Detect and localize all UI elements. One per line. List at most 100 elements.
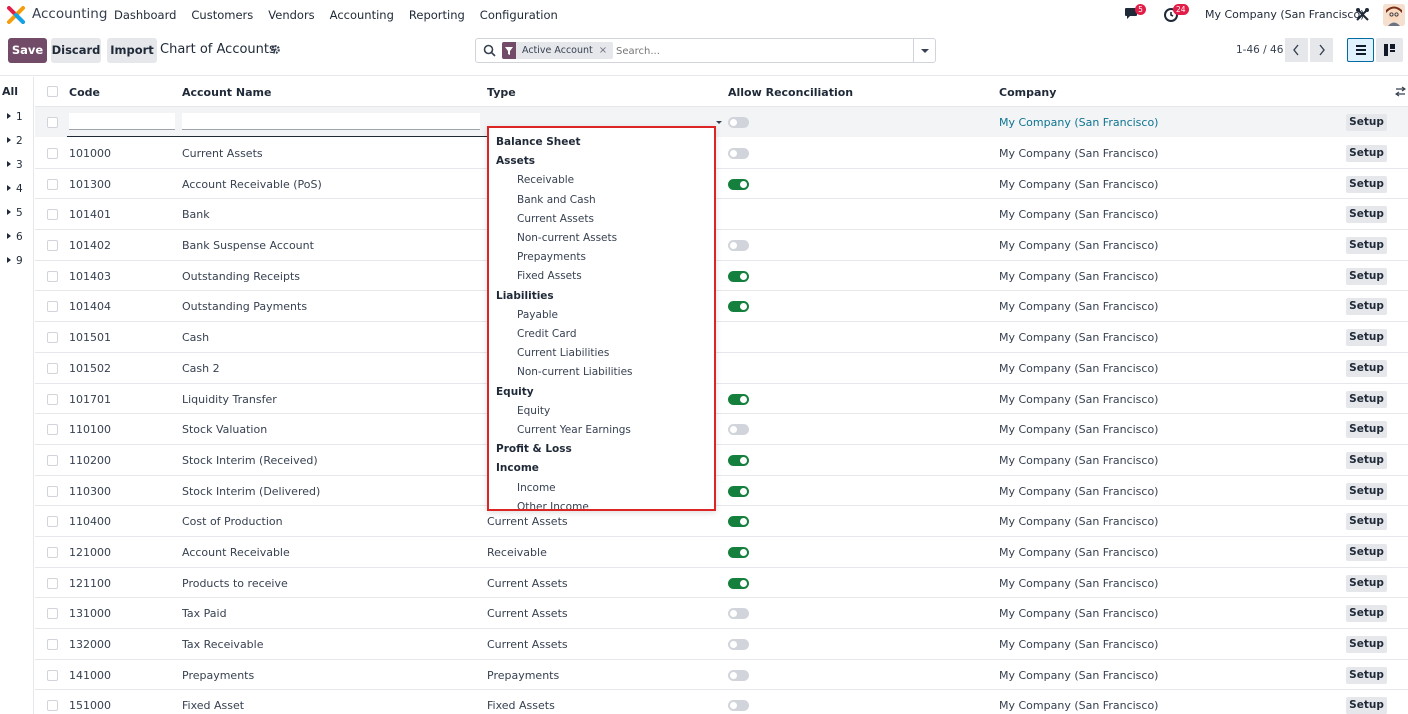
- row-checkbox[interactable]: [47, 700, 58, 712]
- reconcile-toggle[interactable]: [728, 393, 749, 405]
- dropdown-option[interactable]: Current Assets: [517, 213, 594, 225]
- row-checkbox[interactable]: [47, 209, 58, 221]
- reconcile-toggle[interactable]: [728, 178, 749, 190]
- setup-button[interactable]: Setup: [1346, 421, 1387, 439]
- row-checkbox[interactable]: [47, 117, 58, 128]
- save-button[interactable]: Save: [8, 38, 47, 63]
- app-name[interactable]: Accounting: [32, 6, 107, 22]
- dropdown-option[interactable]: Current Liabilities: [517, 347, 609, 359]
- menu-vendors[interactable]: Vendors: [268, 8, 314, 22]
- group-item[interactable]: 3: [7, 159, 23, 171]
- dropdown-option[interactable]: Prepayments: [517, 251, 586, 263]
- row-checkbox[interactable]: [47, 240, 58, 252]
- row-checkbox[interactable]: [47, 424, 58, 436]
- table-row[interactable]: 101403 Outstanding Receipts My Company (Sa…: [35, 261, 1408, 292]
- list-view-button[interactable]: [1347, 38, 1374, 62]
- company-switcher[interactable]: My Company (San Francisco): [1205, 8, 1364, 21]
- table-row[interactable]: 101402 Bank Suspense Account My Company (S…: [35, 230, 1408, 261]
- setup-button[interactable]: Setup: [1346, 237, 1387, 255]
- user-avatar[interactable]: [1383, 4, 1405, 26]
- dropdown-option[interactable]: Non-current Liabilities: [517, 366, 633, 378]
- setup-button[interactable]: Setup: [1346, 543, 1387, 561]
- reconcile-toggle[interactable]: [728, 301, 749, 313]
- group-item[interactable]: 5: [7, 207, 23, 219]
- header-allow-reconciliation[interactable]: Allow Reconciliation: [728, 86, 853, 99]
- row-checkbox[interactable]: [47, 301, 58, 313]
- table-row[interactable]: 101501 Cash My Company (San Francisco) Setu…: [35, 322, 1408, 353]
- row-checkbox[interactable]: [47, 270, 58, 282]
- setup-button[interactable]: Setup: [1346, 482, 1387, 500]
- table-row[interactable]: 101000 Current Assets My Company (San Fran…: [35, 138, 1408, 169]
- row-checkbox[interactable]: [47, 546, 58, 558]
- table-row[interactable]: 101701 Liquidity Transfer My Company (San …: [35, 384, 1408, 415]
- row-checkbox[interactable]: [47, 485, 58, 497]
- row-checkbox[interactable]: [47, 669, 58, 681]
- menu-customers[interactable]: Customers: [191, 8, 253, 22]
- table-row[interactable]: 121100 Products to receive Current Assets M…: [35, 568, 1408, 599]
- optional-columns-icon[interactable]: [1395, 86, 1406, 97]
- reconcile-toggle[interactable]: [728, 270, 749, 282]
- type-select-caret-icon[interactable]: [716, 121, 722, 124]
- row-checkbox[interactable]: [47, 577, 58, 589]
- tools-icon[interactable]: [1355, 7, 1370, 22]
- group-all[interactable]: All: [2, 85, 18, 98]
- table-row[interactable]: 101300 Account Receivable (PoS) My Company…: [35, 169, 1408, 200]
- group-item[interactable]: 6: [7, 231, 23, 243]
- discard-button[interactable]: Discard: [51, 38, 101, 63]
- table-row[interactable]: 151000 Fixed Asset Fixed Assets My Company …: [35, 690, 1408, 714]
- row-checkbox[interactable]: [47, 332, 58, 344]
- row-checkbox[interactable]: [47, 608, 58, 620]
- setup-button[interactable]: Setup: [1346, 390, 1387, 408]
- header-type[interactable]: Type: [487, 86, 516, 99]
- group-item[interactable]: 2: [7, 135, 23, 147]
- reconcile-toggle[interactable]: [728, 577, 749, 589]
- reconcile-toggle[interactable]: [728, 148, 749, 159]
- reconcile-toggle[interactable]: [728, 546, 749, 558]
- setup-button[interactable]: Setup: [1346, 697, 1387, 714]
- reconcile-toggle[interactable]: [728, 240, 749, 252]
- dropdown-option[interactable]: Receivable: [517, 174, 574, 186]
- row-checkbox[interactable]: [47, 362, 58, 374]
- setup-button[interactable]: Setup: [1346, 513, 1387, 531]
- reconcile-toggle[interactable]: [728, 516, 749, 528]
- dropdown-option[interactable]: Payable: [517, 309, 558, 321]
- header-account-name[interactable]: Account Name: [182, 86, 271, 99]
- table-row[interactable]: 110200 Stock Interim (Received) My Company…: [35, 445, 1408, 476]
- reconcile-toggle[interactable]: [728, 669, 749, 681]
- setup-button[interactable]: Setup: [1346, 145, 1387, 162]
- group-item[interactable]: 1: [7, 111, 23, 123]
- row-checkbox[interactable]: [47, 516, 58, 528]
- setup-button[interactable]: Setup: [1346, 329, 1387, 347]
- menu-accounting[interactable]: Accounting: [330, 8, 394, 22]
- setup-button[interactable]: Setup: [1346, 574, 1387, 592]
- reconcile-toggle[interactable]: [728, 117, 749, 128]
- table-row[interactable]: 101404 Outstanding Payments My Company (Sa…: [35, 291, 1408, 323]
- setup-button[interactable]: Setup: [1346, 267, 1387, 285]
- setup-button[interactable]: Setup: [1346, 636, 1387, 653]
- remove-facet-icon[interactable]: ×: [599, 45, 613, 56]
- table-row[interactable]: 131000 Tax Paid Current Assets My Company (…: [35, 598, 1408, 629]
- row-checkbox[interactable]: [47, 393, 58, 405]
- reconcile-toggle[interactable]: [728, 454, 749, 466]
- row-checkbox[interactable]: [47, 178, 58, 190]
- import-button[interactable]: Import: [107, 38, 157, 63]
- table-row[interactable]: 110400 Cost of Production Current Assets My…: [35, 506, 1408, 537]
- setup-button[interactable]: Setup: [1346, 451, 1387, 469]
- search-icon[interactable]: [483, 44, 496, 57]
- pager-previous-button[interactable]: [1285, 38, 1308, 62]
- dropdown-option[interactable]: Equity: [517, 405, 550, 417]
- menu-configuration[interactable]: Configuration: [480, 8, 558, 22]
- setup-button[interactable]: Setup: [1346, 175, 1387, 193]
- reconcile-toggle[interactable]: [728, 608, 749, 620]
- code-input[interactable]: [69, 113, 175, 130]
- dropdown-option[interactable]: Credit Card: [517, 328, 576, 340]
- dropdown-option[interactable]: Fixed Assets: [517, 270, 582, 282]
- row-checkbox[interactable]: [47, 454, 58, 466]
- table-row[interactable]: 101401 Bank My Company (San Francisco) Setu…: [35, 199, 1408, 231]
- dropdown-option[interactable]: Other Income: [517, 501, 589, 509]
- dropdown-option[interactable]: Bank and Cash: [517, 194, 596, 206]
- table-row[interactable]: 141000 Prepayments Prepayments My Company (…: [35, 660, 1408, 691]
- accounting-app-icon[interactable]: [7, 6, 25, 24]
- reconcile-toggle[interactable]: [728, 424, 749, 436]
- reconcile-toggle[interactable]: [728, 700, 749, 712]
